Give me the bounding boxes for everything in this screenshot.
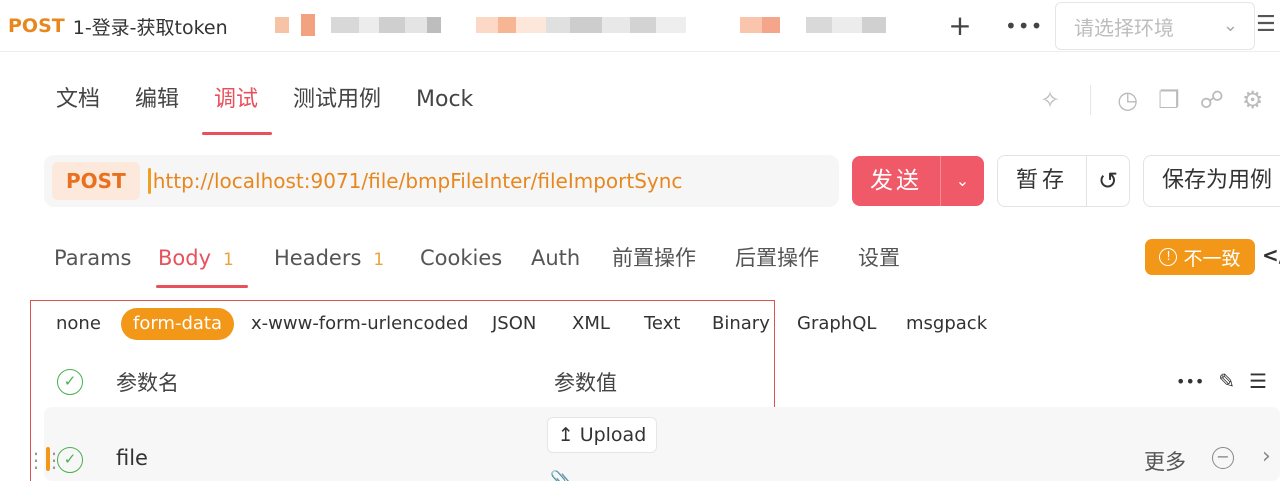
url-bar[interactable]: POST http://localhost:9071/file/bmpFileI…	[44, 155, 839, 207]
plus-icon[interactable]: +	[942, 10, 978, 42]
body-type-text[interactable]: Text	[644, 311, 680, 337]
undo-icon[interactable]: ↺	[1087, 156, 1129, 206]
request-tab-active[interactable]: POST 1-登录-获取token	[0, 0, 258, 52]
tab-edit[interactable]: 编辑	[135, 84, 179, 116]
body-type-binary[interactable]: Binary	[712, 311, 770, 337]
body-type-form-data[interactable]: form-data	[121, 308, 235, 340]
tab-headers[interactable]: Headers 1	[274, 243, 384, 273]
inconsistent-badge[interactable]: ! 不一致	[1145, 239, 1255, 275]
bulk-edit-icon[interactable]: ✎	[1218, 369, 1235, 393]
tab-label: 设置	[858, 246, 900, 270]
tab-auth[interactable]: Auth	[531, 243, 580, 273]
upload-label: Upload	[579, 424, 647, 446]
settings-icon[interactable]: ⚙	[1242, 86, 1264, 114]
table-row	[44, 407, 1280, 481]
remove-row-icon[interactable]: −	[1212, 447, 1234, 469]
table-toolbar: ••• ✎ ☰	[1176, 366, 1267, 396]
chevron-right-icon[interactable]: ›	[1262, 444, 1271, 469]
send-button[interactable]: 发送	[852, 156, 940, 206]
tab-method-label: POST	[8, 15, 65, 37]
tab-docs[interactable]: 文档	[56, 84, 100, 116]
history-icon[interactable]: ◷	[1117, 86, 1138, 114]
tab-label: Params	[54, 246, 132, 270]
tab-label: 后置操作	[735, 246, 819, 270]
row-checkbox[interactable]: ✓	[57, 447, 83, 473]
chevron-down-icon: ⌄	[1222, 15, 1238, 36]
divider	[1090, 85, 1092, 115]
tab-label: Cookies	[420, 246, 503, 270]
tab-mock[interactable]: Mock	[416, 84, 473, 116]
tab-test-cases[interactable]: 测试用例	[293, 84, 381, 116]
upload-button[interactable]: ↥ Upload	[547, 417, 657, 453]
menu-icon[interactable]: ☰	[1256, 12, 1280, 40]
send-button-group: 发送 ⌄	[852, 156, 984, 206]
tab-body[interactable]: Body 1	[158, 243, 234, 273]
body-type-msgpack[interactable]: msgpack	[906, 311, 987, 337]
count-badge: 1	[223, 250, 234, 270]
sparkle-icon[interactable]: ✧	[1040, 86, 1060, 114]
tab-label: 前置操作	[612, 246, 696, 270]
url-input[interactable]: http://localhost:9071/file/bmpFileInter/…	[153, 169, 683, 193]
row-marker	[46, 447, 50, 471]
list-icon[interactable]: ☰	[1249, 369, 1267, 393]
tab-params[interactable]: Params	[54, 243, 132, 273]
copy-icon[interactable]: ❐	[1158, 86, 1180, 114]
tab-cookies[interactable]: Cookies	[420, 243, 502, 273]
toolbar-icons: ✧ ◷ ❐ ☍ ⚙	[1040, 82, 1263, 118]
ellipsis-icon[interactable]: •••	[1176, 372, 1204, 391]
tab-post-request[interactable]: 后置操作	[735, 243, 819, 273]
code-icon[interactable]: </	[1262, 243, 1280, 267]
tab-title: 1-登录-获取token	[72, 16, 228, 39]
body-type-x-www-form-urlencoded[interactable]: x-www-form-urlencoded	[251, 311, 468, 337]
column-header-name: 参数名	[116, 371, 179, 395]
select-all-checkbox[interactable]: ✓	[57, 369, 83, 395]
param-name-cell[interactable]: file	[116, 446, 148, 470]
count-badge: 1	[373, 250, 385, 270]
inconsistent-label: 不一致	[1183, 247, 1241, 270]
tab-pre-request[interactable]: 前置操作	[612, 243, 696, 273]
alert-icon: !	[1159, 248, 1178, 266]
method-select[interactable]: POST	[52, 162, 140, 200]
tab-settings[interactable]: 设置	[858, 243, 900, 273]
save-button-group: 暂存 ↺	[997, 155, 1130, 207]
url-cursor	[147, 168, 151, 194]
body-type-none[interactable]: none	[56, 311, 101, 337]
save-as-case-button[interactable]: 保存为用例	[1143, 155, 1280, 207]
redacted-tab-2[interactable]	[476, 12, 686, 38]
body-type-xml[interactable]: XML	[572, 311, 610, 337]
active-tab-indicator	[156, 285, 248, 288]
more-button[interactable]: 更多	[1144, 446, 1186, 476]
redacted-tab-3[interactable]	[740, 12, 886, 38]
tab-label: Headers	[274, 246, 362, 270]
active-tab-indicator	[202, 132, 272, 135]
paperclip-icon: 📎	[550, 470, 573, 481]
body-type-json[interactable]: JSON	[492, 311, 536, 337]
tab-debug[interactable]: 调试	[214, 84, 258, 116]
chevron-down-icon[interactable]: ⌄	[941, 156, 984, 206]
tab-label: Auth	[531, 246, 581, 270]
column-header-value: 参数值	[554, 371, 617, 395]
body-type-graphql[interactable]: GraphQL	[797, 311, 876, 337]
tab-label: Body	[158, 246, 212, 270]
upload-icon: ↥	[557, 424, 574, 446]
environment-placeholder: 请选择环境	[1074, 15, 1174, 40]
redacted-tab-1[interactable]	[275, 12, 441, 38]
share-icon[interactable]: ☍	[1200, 86, 1224, 114]
save-button[interactable]: 暂存	[998, 156, 1086, 206]
environment-select[interactable]: 请选择环境 ⌄	[1055, 2, 1255, 50]
ellipsis-icon[interactable]: •••	[1005, 10, 1042, 42]
